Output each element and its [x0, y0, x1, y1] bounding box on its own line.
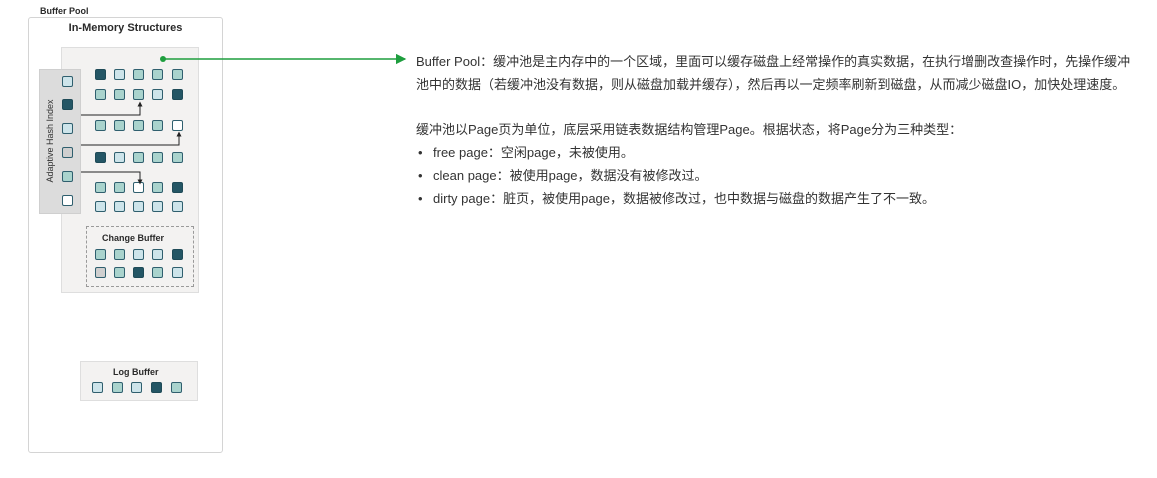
- list-item: • free page：空闲page，未被使用。: [416, 141, 1136, 164]
- bullet-icon: •: [418, 191, 423, 206]
- hash-link-2: [81, 131, 182, 146]
- page-types-list: • free page：空闲page，未被使用。 • clean page：被使用p…: [416, 141, 1136, 210]
- bullet-icon: •: [418, 145, 423, 160]
- list-item-text: clean page：被使用page，数据没有被修改过。: [433, 168, 708, 183]
- list-item: • clean page：被使用page，数据没有被修改过。: [416, 164, 1136, 187]
- page-types-intro: 缓冲池以Page页为单位，底层采用链表数据结构管理Page。根据状态，将Page…: [416, 122, 963, 137]
- bullet-icon: •: [418, 168, 423, 183]
- hash-link-1: [81, 101, 143, 116]
- list-item-text: free page：空闲page，未被使用。: [433, 145, 634, 160]
- list-item: • dirty page：脏页，被使用page，数据被修改过，也中数据与磁盘的数据…: [416, 187, 1136, 210]
- hash-link-3: [81, 171, 143, 185]
- buffer-pool-connector-dot: [160, 56, 166, 62]
- description: Buffer Pool：缓冲池是主内存中的一个区域，里面可以缓存磁盘上经常操作的…: [416, 50, 1136, 210]
- list-item-text: dirty page：脏页，被使用page，数据被修改过，也中数据与磁盘的数据产…: [433, 191, 936, 206]
- buffer-pool-description: Buffer Pool：缓冲池是主内存中的一个区域，里面可以缓存磁盘上经常操作的…: [416, 54, 1131, 92]
